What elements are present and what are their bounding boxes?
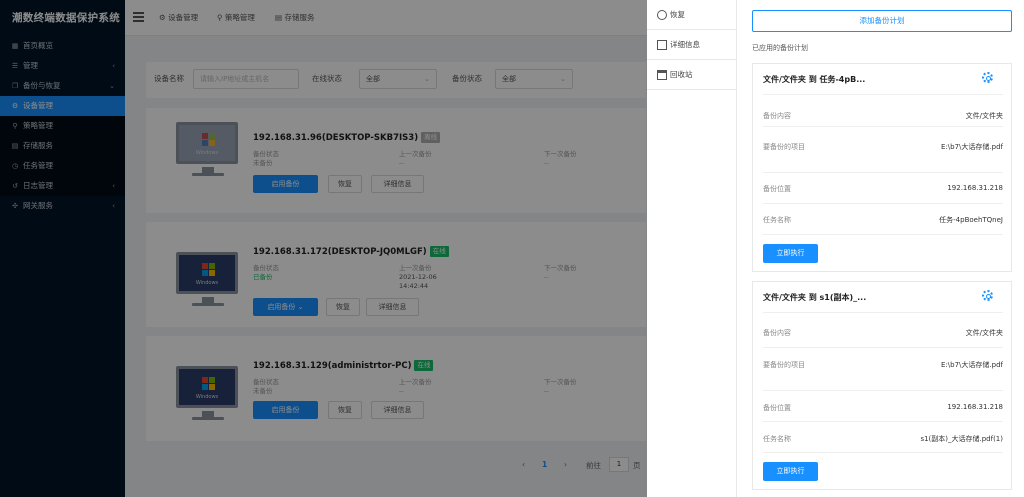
plan-row-key: 备份位置 (763, 185, 791, 193)
run-now-button[interactable]: 立即执行 (763, 244, 818, 263)
drawer-menu: 恢复 详细信息 回收站 (647, 0, 737, 497)
plan-row-value: 任务-4pBoehTQneJ (939, 216, 1003, 224)
menu-label: 详细信息 (670, 40, 700, 49)
plan-row-value: 192.168.31.218 (947, 184, 1003, 192)
backup-plan-card: 文件/文件夹 到 s1(副本)_... 备份内容 文件/文件夹 要备份的项目 E… (752, 281, 1012, 490)
drawer-menu-restore[interactable]: 恢复 (647, 0, 736, 30)
plan-row-value: 192.168.31.218 (947, 403, 1003, 411)
plan-row-key: 要备份的项目 (763, 361, 805, 369)
backup-plan-drawer: 添加备份计划 已应用的备份计划 文件/文件夹 到 任务-4pB... 备份内容 … (737, 0, 1024, 497)
gear-icon[interactable] (982, 72, 993, 83)
drawer-menu-recycle[interactable]: 回收站 (647, 60, 736, 90)
plan-row: 要备份的项目 E:\b7\大话存储.pdf (763, 348, 1003, 391)
plan-row: 备份位置 192.168.31.218 (763, 391, 1003, 422)
plan-row: 备份位置 192.168.31.218 (763, 173, 1003, 204)
applied-plans-heading: 已应用的备份计划 (752, 44, 808, 52)
gear-icon[interactable] (982, 290, 993, 301)
menu-label: 回收站 (670, 70, 693, 79)
plan-row-value: 文件/文件夹 (965, 112, 1003, 120)
plan-row-value: E:\b7\大话存储.pdf (941, 361, 1003, 369)
plan-row-key: 备份内容 (763, 329, 791, 337)
details-icon (657, 40, 667, 50)
drawer-overlay[interactable] (0, 0, 647, 497)
app-root: 潮数终端数据保护系统 ▦ 首页概览 ☰ 管理 ‹ ❐ 备份与恢复 ⌄ ⚙ 设备管理 ⚲ 策… (0, 0, 1024, 497)
plan-row-value: 文件/文件夹 (965, 329, 1003, 337)
restore-icon (657, 10, 667, 20)
plan-row: 备份内容 文件/文件夹 (763, 95, 1003, 127)
plan-row: 备份内容 文件/文件夹 (763, 313, 1003, 348)
drawer-menu-details[interactable]: 详细信息 (647, 30, 736, 60)
plan-title: 文件/文件夹 到 任务-4pB... (763, 75, 866, 84)
run-now-button[interactable]: 立即执行 (763, 462, 818, 481)
plan-row-key: 备份内容 (763, 112, 791, 120)
plan-row-value: E:\b7\大话存储.pdf (941, 143, 1003, 151)
plan-row: 任务名称 任务-4pBoehTQneJ (763, 204, 1003, 235)
plan-row-key: 备份位置 (763, 404, 791, 412)
plan-row-value: s1(副本)_大话存储.pdf(1) (920, 435, 1003, 443)
plan-row-key: 任务名称 (763, 216, 791, 224)
menu-label: 恢复 (670, 10, 685, 19)
backup-plan-card: 文件/文件夹 到 任务-4pB... 备份内容 文件/文件夹 要备份的项目 E:… (752, 63, 1012, 272)
plan-title: 文件/文件夹 到 s1(副本)_... (763, 293, 867, 302)
plan-row-key: 要备份的项目 (763, 143, 805, 151)
plan-row: 任务名称 s1(副本)_大话存储.pdf(1) (763, 422, 1003, 453)
add-backup-plan-button[interactable]: 添加备份计划 (752, 10, 1012, 32)
plan-row-key: 任务名称 (763, 435, 791, 443)
trash-icon (657, 70, 667, 80)
plan-row: 要备份的项目 E:\b7\大话存储.pdf (763, 127, 1003, 173)
